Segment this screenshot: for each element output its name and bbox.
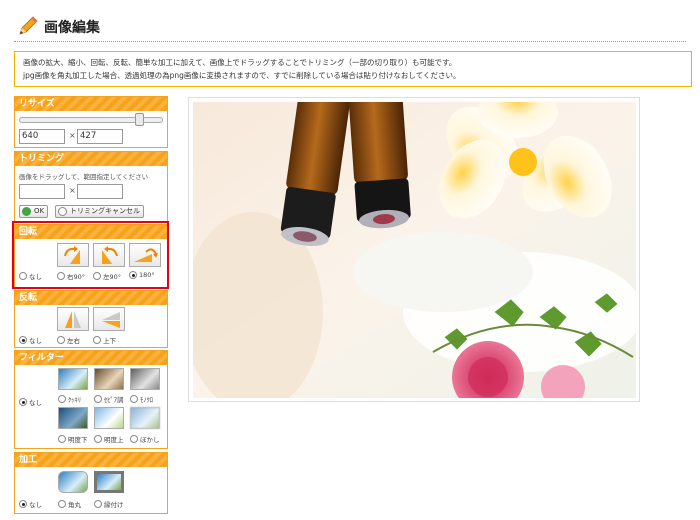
filter-mono-label: ﾓﾉｸﾛ xyxy=(140,396,153,404)
filter-brighter-label: 明度上 xyxy=(104,436,124,444)
filter-brighter-radio[interactable]: 明度上 xyxy=(94,434,124,444)
resize-panel-title: リサイズ xyxy=(15,97,167,111)
page-title: 画像編集 xyxy=(44,20,100,36)
flip-panel: 反転 なし 左右 上下 xyxy=(14,290,168,348)
trim-cancel-label: トリミングキャンセル xyxy=(70,207,140,215)
flip-panel-title: 反転 xyxy=(15,291,167,305)
page-header: 画像編集 xyxy=(14,8,686,42)
trim-ok-button[interactable]: OK xyxy=(19,205,49,218)
radio-dot xyxy=(93,336,101,344)
radio-dot xyxy=(57,336,65,344)
filter-none-label: なし xyxy=(29,399,42,407)
notice-line-2: jpg画像を角丸加工した場合、透過処理の為png画像に変換されますので、すでに削… xyxy=(23,71,461,80)
flip-horizontal-label: 左右 xyxy=(67,337,80,345)
effect-border-thumb[interactable] xyxy=(94,471,124,493)
flip-vertical-radio[interactable]: 上下 xyxy=(93,335,116,345)
effect-rounded-radio[interactable]: 角丸 xyxy=(58,499,81,509)
image-preview[interactable] xyxy=(193,102,636,398)
filter-sharpen-thumb[interactable] xyxy=(58,368,88,390)
effect-rounded-label: 角丸 xyxy=(68,501,81,509)
check-icon xyxy=(22,207,31,216)
resize-slider-thumb[interactable] xyxy=(135,113,144,126)
radio-dot xyxy=(58,500,66,508)
effect-panel-title: 加工 xyxy=(15,453,167,467)
effect-none-label: なし xyxy=(29,501,42,509)
radio-dot xyxy=(130,395,138,403)
flip-none-label: なし xyxy=(29,337,42,345)
cancel-icon xyxy=(58,207,67,216)
effect-none-radio[interactable]: なし xyxy=(19,499,42,509)
filter-darker-thumb[interactable] xyxy=(58,407,88,429)
filter-panel-title: フィルター xyxy=(15,351,167,365)
effect-border-label: 縁付け xyxy=(104,501,124,509)
flip-vertical-button[interactable] xyxy=(93,307,125,331)
trim-times-sign: × xyxy=(69,186,76,195)
radio-dot-selected xyxy=(19,398,27,406)
filter-mono-thumb[interactable] xyxy=(130,368,160,390)
effect-border-radio[interactable]: 縁付け xyxy=(94,499,124,509)
radio-dot xyxy=(94,500,102,508)
flip-vertical-icon xyxy=(102,312,120,328)
radio-dot xyxy=(58,395,66,403)
filter-mono-radio[interactable]: ﾓﾉｸﾛ xyxy=(130,394,153,404)
image-preview-frame xyxy=(188,97,640,402)
filter-sharpen-label: ｸｯｷﾘ xyxy=(68,396,81,404)
resize-panel: リサイズ 640 × 427 xyxy=(14,96,168,148)
filter-darker-radio[interactable]: 明度下 xyxy=(58,434,88,444)
trim-width-input[interactable] xyxy=(19,184,65,199)
radio-dot xyxy=(58,435,66,443)
filter-panel: フィルター なし ｸｯｷﾘ ｾﾋﾟｱ調 ﾓﾉｸﾛ 明度下 明度上 ぼかし xyxy=(14,350,168,449)
filter-blur-label: ぼかし xyxy=(140,436,160,444)
radio-dot xyxy=(94,435,102,443)
trim-hint: 画像をドラッグして、範囲指定してください xyxy=(19,173,149,181)
filter-blur-radio[interactable]: ぼかし xyxy=(130,434,160,444)
flip-none-radio[interactable]: なし xyxy=(19,335,42,345)
resize-width-input[interactable]: 640 xyxy=(19,129,65,144)
flip-vertical-label: 上下 xyxy=(103,337,116,345)
pencil-icon xyxy=(19,16,38,35)
trim-cancel-button[interactable]: トリミングキャンセル xyxy=(55,205,144,218)
notice-line-1: 画像の拡大、縮小、回転、反転、簡単な加工に加えて、画像上でドラッグすることでトリ… xyxy=(23,58,457,67)
trim-height-input[interactable] xyxy=(77,184,123,199)
notice-box: 画像の拡大、縮小、回転、反転、簡単な加工に加えて、画像上でドラッグすることでトリ… xyxy=(14,51,692,87)
filter-darker-label: 明度下 xyxy=(68,436,88,444)
resize-height-input[interactable]: 427 xyxy=(77,129,123,144)
trim-panel-title: トリミング xyxy=(15,152,167,166)
radio-dot xyxy=(130,435,138,443)
filter-sharpen-radio[interactable]: ｸｯｷﾘ xyxy=(58,394,81,404)
radio-dot-selected xyxy=(19,336,27,344)
filter-sepia-radio[interactable]: ｾﾋﾟｱ調 xyxy=(94,394,124,404)
radio-dot xyxy=(94,395,102,403)
effect-panel: 加工 なし 角丸 縁付け xyxy=(14,452,168,514)
flip-horizontal-icon xyxy=(65,311,81,328)
rotate-highlight-box xyxy=(12,221,169,289)
filter-blur-thumb[interactable] xyxy=(130,407,160,429)
photo-aroma-bottles-flowers xyxy=(193,102,636,398)
filter-brighter-thumb[interactable] xyxy=(94,407,124,429)
filter-sepia-label: ｾﾋﾟｱ調 xyxy=(104,396,124,404)
filter-sepia-thumb[interactable] xyxy=(94,368,124,390)
trim-panel: トリミング 画像をドラッグして、範囲指定してください × OK トリミングキャン… xyxy=(14,151,168,223)
resize-times-sign: × xyxy=(69,131,76,140)
filter-none-radio[interactable]: なし xyxy=(19,397,42,407)
flip-horizontal-button[interactable] xyxy=(57,307,89,331)
trim-ok-label: OK xyxy=(34,207,45,215)
radio-dot-selected xyxy=(19,500,27,508)
flip-horizontal-radio[interactable]: 左右 xyxy=(57,335,80,345)
effect-rounded-thumb[interactable] xyxy=(58,471,88,493)
